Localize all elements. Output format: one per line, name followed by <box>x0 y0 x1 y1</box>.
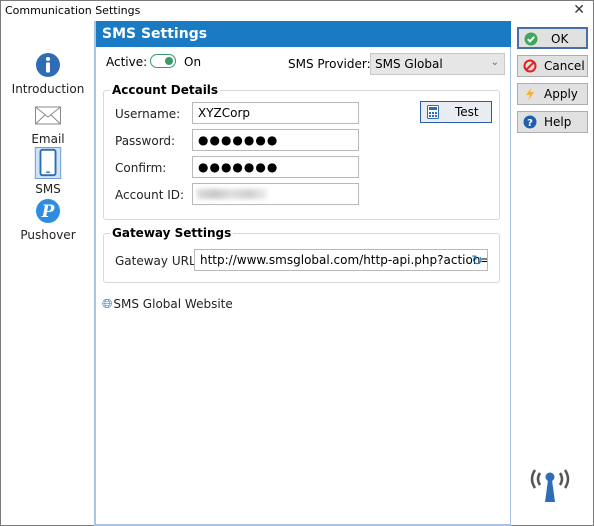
envelope-icon <box>35 106 61 125</box>
sidebar-item-label: Pushover <box>20 228 76 242</box>
confirm-password-field[interactable]: ●●●●●●● <box>192 156 359 178</box>
help-icon: ? <box>523 115 537 129</box>
apply-button[interactable]: Apply <box>517 83 588 105</box>
sidebar-item-pushover[interactable]: P Pushover <box>1 197 95 242</box>
ok-label: OK <box>551 32 569 46</box>
sidebar-item-email[interactable]: Email <box>1 101 95 146</box>
help-button[interactable]: ? Help <box>517 111 588 133</box>
active-label: Active: <box>106 55 148 69</box>
panel-title: SMS Settings <box>96 21 511 47</box>
gateway-url-value: http://www.smsglobal.com/http-api.php?ac… <box>200 253 488 267</box>
antenna-icon <box>530 469 570 502</box>
close-icon[interactable]: ✕ <box>573 2 585 18</box>
lightning-icon <box>526 87 534 101</box>
username-field[interactable]: XYZCorp <box>192 102 359 124</box>
sms-global-website-link[interactable]: 🌐︎SMS Global Website <box>102 297 233 312</box>
sms-settings-panel: SMS Settings Active: On SMS Provider: SM… <box>94 21 511 526</box>
account-id-field[interactable] <box>192 183 359 205</box>
phone-icon <box>34 147 62 179</box>
sidebar-item-label: SMS <box>35 182 61 196</box>
account-details-title: Account Details <box>110 83 221 97</box>
apply-label: Apply <box>544 87 578 101</box>
sidebar-item-introduction[interactable]: Introduction <box>1 51 95 96</box>
active-toggle[interactable] <box>150 54 176 68</box>
communication-settings-window: Communication Settings ✕ Introduction Em… <box>0 0 594 526</box>
info-icon <box>36 53 60 77</box>
chevron-down-icon: ⌄ <box>490 57 499 68</box>
gateway-settings-group: Gateway Settings Gateway URL: http://www… <box>103 226 500 283</box>
title-bar: Communication Settings ✕ <box>1 1 593 21</box>
check-icon <box>524 32 538 46</box>
globe-icon: 🌐︎ <box>102 297 113 312</box>
sidebar-item-label: Email <box>31 132 65 146</box>
password-label: Password: <box>115 134 176 148</box>
active-state-text: On <box>184 55 202 69</box>
redacted-value <box>197 189 267 199</box>
cancel-icon <box>523 59 537 73</box>
window-title: Communication Settings <box>5 4 141 17</box>
sms-provider-label: SMS Provider: <box>288 57 371 71</box>
username-label: Username: <box>115 107 181 121</box>
refresh-icon[interactable]: ↻ <box>471 253 483 269</box>
ok-button[interactable]: OK <box>517 27 588 49</box>
website-link-text: SMS Global Website <box>113 297 233 311</box>
gateway-url-label: Gateway URL: <box>115 254 200 268</box>
sidebar-item-label: Introduction <box>11 82 85 96</box>
pushover-icon: P <box>36 199 60 223</box>
help-label: Help <box>544 115 572 129</box>
cancel-button[interactable]: Cancel <box>517 55 588 77</box>
password-field[interactable]: ●●●●●●● <box>192 129 359 151</box>
confirm-label: Confirm: <box>115 161 167 175</box>
svg-text:P: P <box>41 202 56 222</box>
calculator-icon <box>427 105 439 119</box>
sidebar-item-sms[interactable]: SMS <box>1 147 95 196</box>
gateway-url-field[interactable]: http://www.smsglobal.com/http-api.php?ac… <box>194 249 488 271</box>
test-label: Test <box>455 105 479 119</box>
sms-provider-select[interactable]: SMS Global ⌄ <box>370 53 505 75</box>
cancel-label: Cancel <box>544 59 585 73</box>
sms-provider-value: SMS Global <box>375 57 443 71</box>
gateway-settings-title: Gateway Settings <box>110 226 234 240</box>
test-button[interactable]: Test <box>420 101 492 123</box>
account-details-group: Account Details Username: XYZCorp Passwo… <box>103 83 500 220</box>
svg-text:?: ? <box>527 118 533 129</box>
confirm-value: ●●●●●●● <box>198 160 279 174</box>
account-id-label: Account ID: <box>115 188 185 202</box>
